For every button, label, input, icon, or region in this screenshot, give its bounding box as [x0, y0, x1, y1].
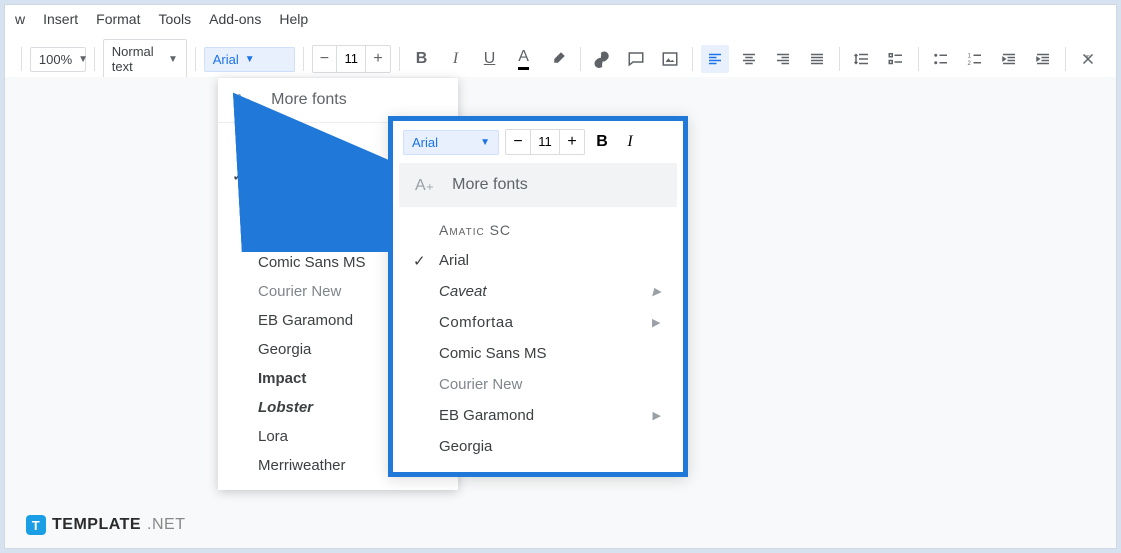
- font-name: Georgia: [439, 438, 492, 455]
- font-name: Lobster: [258, 399, 313, 416]
- brand-name: TEMPLATE: [52, 516, 141, 534]
- font-name: Impact: [258, 370, 306, 387]
- clear-formatting-button[interactable]: T: [1074, 45, 1102, 73]
- separator: [918, 47, 919, 71]
- separator: [195, 47, 196, 71]
- menu-item[interactable]: Format: [96, 11, 140, 27]
- zoom-select[interactable]: 100% ▼: [30, 47, 86, 72]
- font-size-value[interactable]: 11: [530, 130, 560, 154]
- bold-button[interactable]: B: [591, 133, 613, 151]
- font-select[interactable]: Arial ▼: [204, 47, 295, 72]
- font-label: Arial: [213, 52, 239, 67]
- insert-comment-button[interactable]: [622, 45, 650, 73]
- font-option[interactable]: EB Garamond ▶: [399, 400, 677, 431]
- numbered-list-button[interactable]: 12: [961, 45, 989, 73]
- line-spacing-button[interactable]: [848, 45, 876, 73]
- align-left-button[interactable]: [701, 45, 729, 73]
- callout-toolbar: Arial ▼ − 11 + B I: [393, 121, 683, 163]
- font-name: Amatic SC: [439, 222, 511, 238]
- paragraph-style-label: Normal text: [112, 44, 162, 74]
- font-option[interactable]: Courier New: [399, 369, 677, 400]
- font-name: Courier New: [439, 376, 522, 393]
- separator: [303, 47, 304, 71]
- increase-font-size-button[interactable]: +: [366, 46, 389, 72]
- chevron-down-icon: ▼: [480, 137, 490, 148]
- font-name: Caveat: [439, 283, 487, 300]
- menu-item[interactable]: Insert: [43, 11, 78, 27]
- separator: [692, 47, 693, 71]
- font-size-stepper: − 11 +: [312, 45, 391, 73]
- zoom-value: 100%: [39, 52, 72, 67]
- font-option[interactable]: Amatic SC: [399, 215, 677, 245]
- font-option[interactable]: Caveat ▶: [399, 276, 677, 307]
- submenu-arrow-icon: ▶: [653, 409, 661, 422]
- more-fonts-button[interactable]: A₊ More fonts: [399, 163, 677, 207]
- check-icon: ✓: [413, 252, 426, 270]
- font-select[interactable]: Arial ▼: [403, 130, 499, 155]
- align-justify-button[interactable]: [803, 45, 831, 73]
- bulleted-list-button[interactable]: [927, 45, 955, 73]
- annotation-arrow: [222, 92, 392, 252]
- menu-item[interactable]: Help: [279, 11, 308, 27]
- text-color-button[interactable]: A: [510, 45, 538, 73]
- separator: [94, 47, 95, 71]
- submenu-arrow-icon: ▶: [652, 316, 661, 329]
- font-size-stepper: − 11 +: [505, 129, 585, 155]
- italic-button[interactable]: I: [442, 45, 470, 73]
- chevron-down-icon: ▼: [245, 54, 255, 65]
- increase-font-size-button[interactable]: +: [560, 130, 584, 154]
- decrease-font-size-button[interactable]: −: [313, 46, 336, 72]
- chevron-down-icon: ▼: [78, 54, 88, 65]
- menu-item[interactable]: Add-ons: [209, 11, 261, 27]
- font-name: Comic Sans MS: [258, 254, 366, 271]
- decrease-font-size-button[interactable]: −: [506, 130, 530, 154]
- align-right-button[interactable]: [769, 45, 797, 73]
- insert-link-button[interactable]: [588, 45, 616, 73]
- highlight-button[interactable]: [544, 45, 572, 73]
- more-fonts-label: More fonts: [452, 176, 528, 194]
- menu-bar: w Insert Format Tools Add-ons Help: [5, 5, 1116, 33]
- paragraph-style-select[interactable]: Normal text ▼: [103, 39, 187, 79]
- insert-image-button[interactable]: [656, 45, 684, 73]
- font-name: Comic Sans MS: [439, 345, 547, 362]
- font-option[interactable]: ✓ Arial: [399, 245, 677, 276]
- decrease-indent-button[interactable]: [995, 45, 1023, 73]
- svg-text:1: 1: [968, 54, 972, 60]
- callout-inset: Arial ▼ − 11 + B I A₊ More fonts Amatic …: [388, 116, 688, 477]
- font-name: Merriweather: [258, 457, 346, 474]
- underline-button[interactable]: U: [476, 45, 504, 73]
- add-font-icon: A₊: [415, 175, 434, 195]
- brand-suffix: .NET: [147, 516, 185, 534]
- font-size-value[interactable]: 11: [336, 46, 366, 72]
- bold-button[interactable]: B: [408, 45, 436, 73]
- checklist-button[interactable]: [882, 45, 910, 73]
- font-name: Courier New: [258, 283, 341, 300]
- align-center-button[interactable]: [735, 45, 763, 73]
- font-label: Arial: [412, 135, 438, 150]
- separator: [1065, 47, 1066, 71]
- submenu-arrow-icon: ▶: [653, 285, 661, 298]
- font-option[interactable]: Comic Sans MS: [399, 338, 677, 369]
- separator: [580, 47, 581, 71]
- increase-indent-button[interactable]: [1029, 45, 1057, 73]
- logo-icon: T: [26, 515, 46, 535]
- watermark: T TEMPLATE .NET: [26, 515, 185, 535]
- font-name: Comfortaa: [439, 314, 514, 331]
- svg-text:2: 2: [968, 61, 972, 67]
- separator: [839, 47, 840, 71]
- chevron-down-icon: ▼: [168, 54, 178, 65]
- menu-item[interactable]: w: [15, 11, 25, 27]
- font-option[interactable]: Georgia: [399, 431, 677, 462]
- font-name: Georgia: [258, 341, 311, 358]
- separator: [399, 47, 400, 71]
- menu-item[interactable]: Tools: [158, 11, 191, 27]
- font-name: Lora: [258, 428, 288, 445]
- separator: [21, 47, 22, 71]
- italic-button[interactable]: I: [619, 133, 641, 151]
- font-name: EB Garamond: [439, 407, 534, 424]
- svg-text:T: T: [1085, 54, 1090, 63]
- font-name: Arial: [439, 252, 469, 269]
- font-option[interactable]: Comfortaa ▶: [399, 307, 677, 338]
- font-name: EB Garamond: [258, 312, 353, 329]
